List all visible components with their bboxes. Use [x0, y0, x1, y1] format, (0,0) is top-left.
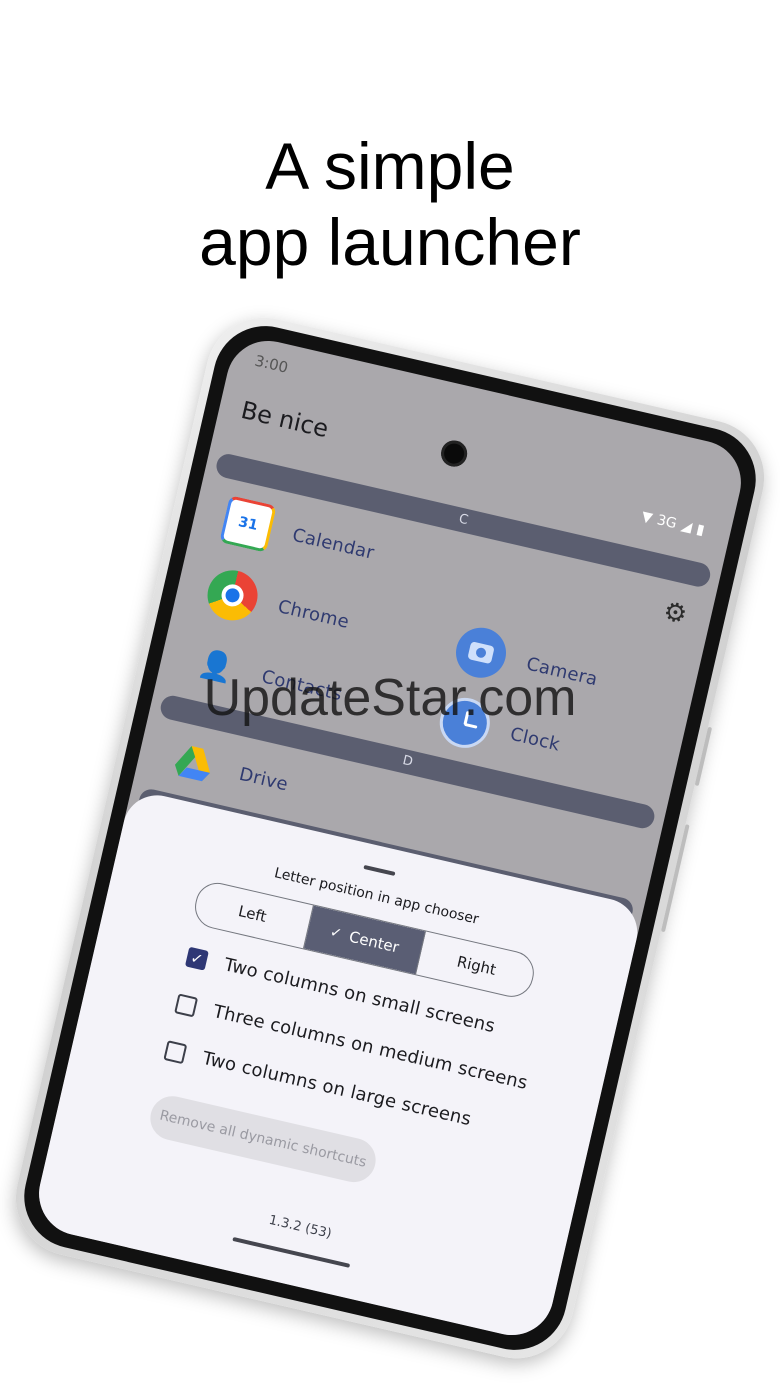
chrome-icon: [202, 565, 263, 626]
clock-icon: [434, 692, 495, 753]
segment-left[interactable]: Left: [191, 879, 314, 949]
status-icons: ▼ 3G ◢ ▮: [640, 509, 706, 539]
app-label-calendar: Calendar: [290, 524, 377, 564]
app-chrome[interactable]: Chrome: [202, 565, 355, 646]
phone-mockup: 3:00 ▼ 3G ◢ ▮ Be nice ⚙ C 31 Calendar Ch…: [4, 306, 776, 1370]
app-label-drive: Drive: [237, 763, 291, 795]
headline-line-2: app launcher: [199, 205, 581, 279]
segment-center[interactable]: ✓ Center: [303, 905, 426, 975]
option-three-columns-medium[interactable]: Three columns on medium screens: [174, 992, 530, 1094]
checkbox-checked-icon[interactable]: ✓: [185, 946, 210, 971]
checkbox-unchecked-icon[interactable]: [174, 992, 199, 1017]
segment-left-label: Left: [236, 902, 269, 926]
app-label-camera: Camera: [524, 653, 600, 690]
app-label-chrome: Chrome: [275, 595, 352, 633]
app-label-clock: Clock: [508, 723, 563, 756]
app-title: Be nice: [238, 395, 332, 444]
sheet-drag-handle[interactable]: [363, 864, 396, 877]
wifi-icon: ▼: [639, 508, 655, 527]
front-camera: [438, 437, 470, 470]
app-camera[interactable]: Camera: [451, 622, 603, 704]
app-label-contacts: Contacts: [259, 665, 345, 705]
remove-dynamic-shortcuts-button[interactable]: Remove all dynamic shortcuts: [145, 1091, 381, 1187]
segment-right-label: Right: [455, 952, 498, 979]
status-time: 3:00: [252, 351, 290, 377]
battery-icon: ▮: [694, 521, 706, 539]
headline: A simple app launcher: [0, 128, 780, 280]
gear-icon[interactable]: ⚙: [660, 596, 689, 630]
calendar-icon: 31: [219, 495, 277, 553]
contacts-icon: 👤: [195, 645, 238, 686]
app-clock[interactable]: Clock: [434, 692, 566, 769]
drive-icon: [164, 733, 224, 793]
segment-center-label: Center: [347, 927, 401, 957]
camera-icon: [451, 622, 511, 683]
segment-right[interactable]: Right: [416, 931, 537, 1000]
checkbox-unchecked-icon[interactable]: [163, 1039, 188, 1064]
headline-line-1: A simple: [265, 129, 515, 203]
phone-screen: 3:00 ▼ 3G ◢ ▮ Be nice ⚙ C 31 Calendar Ch…: [30, 332, 750, 1344]
app-version: 1.3.2 (53): [267, 1212, 333, 1242]
signal-icon: ◢: [679, 517, 694, 536]
network-type: 3G: [655, 512, 679, 533]
check-icon: ✓: [328, 924, 344, 943]
